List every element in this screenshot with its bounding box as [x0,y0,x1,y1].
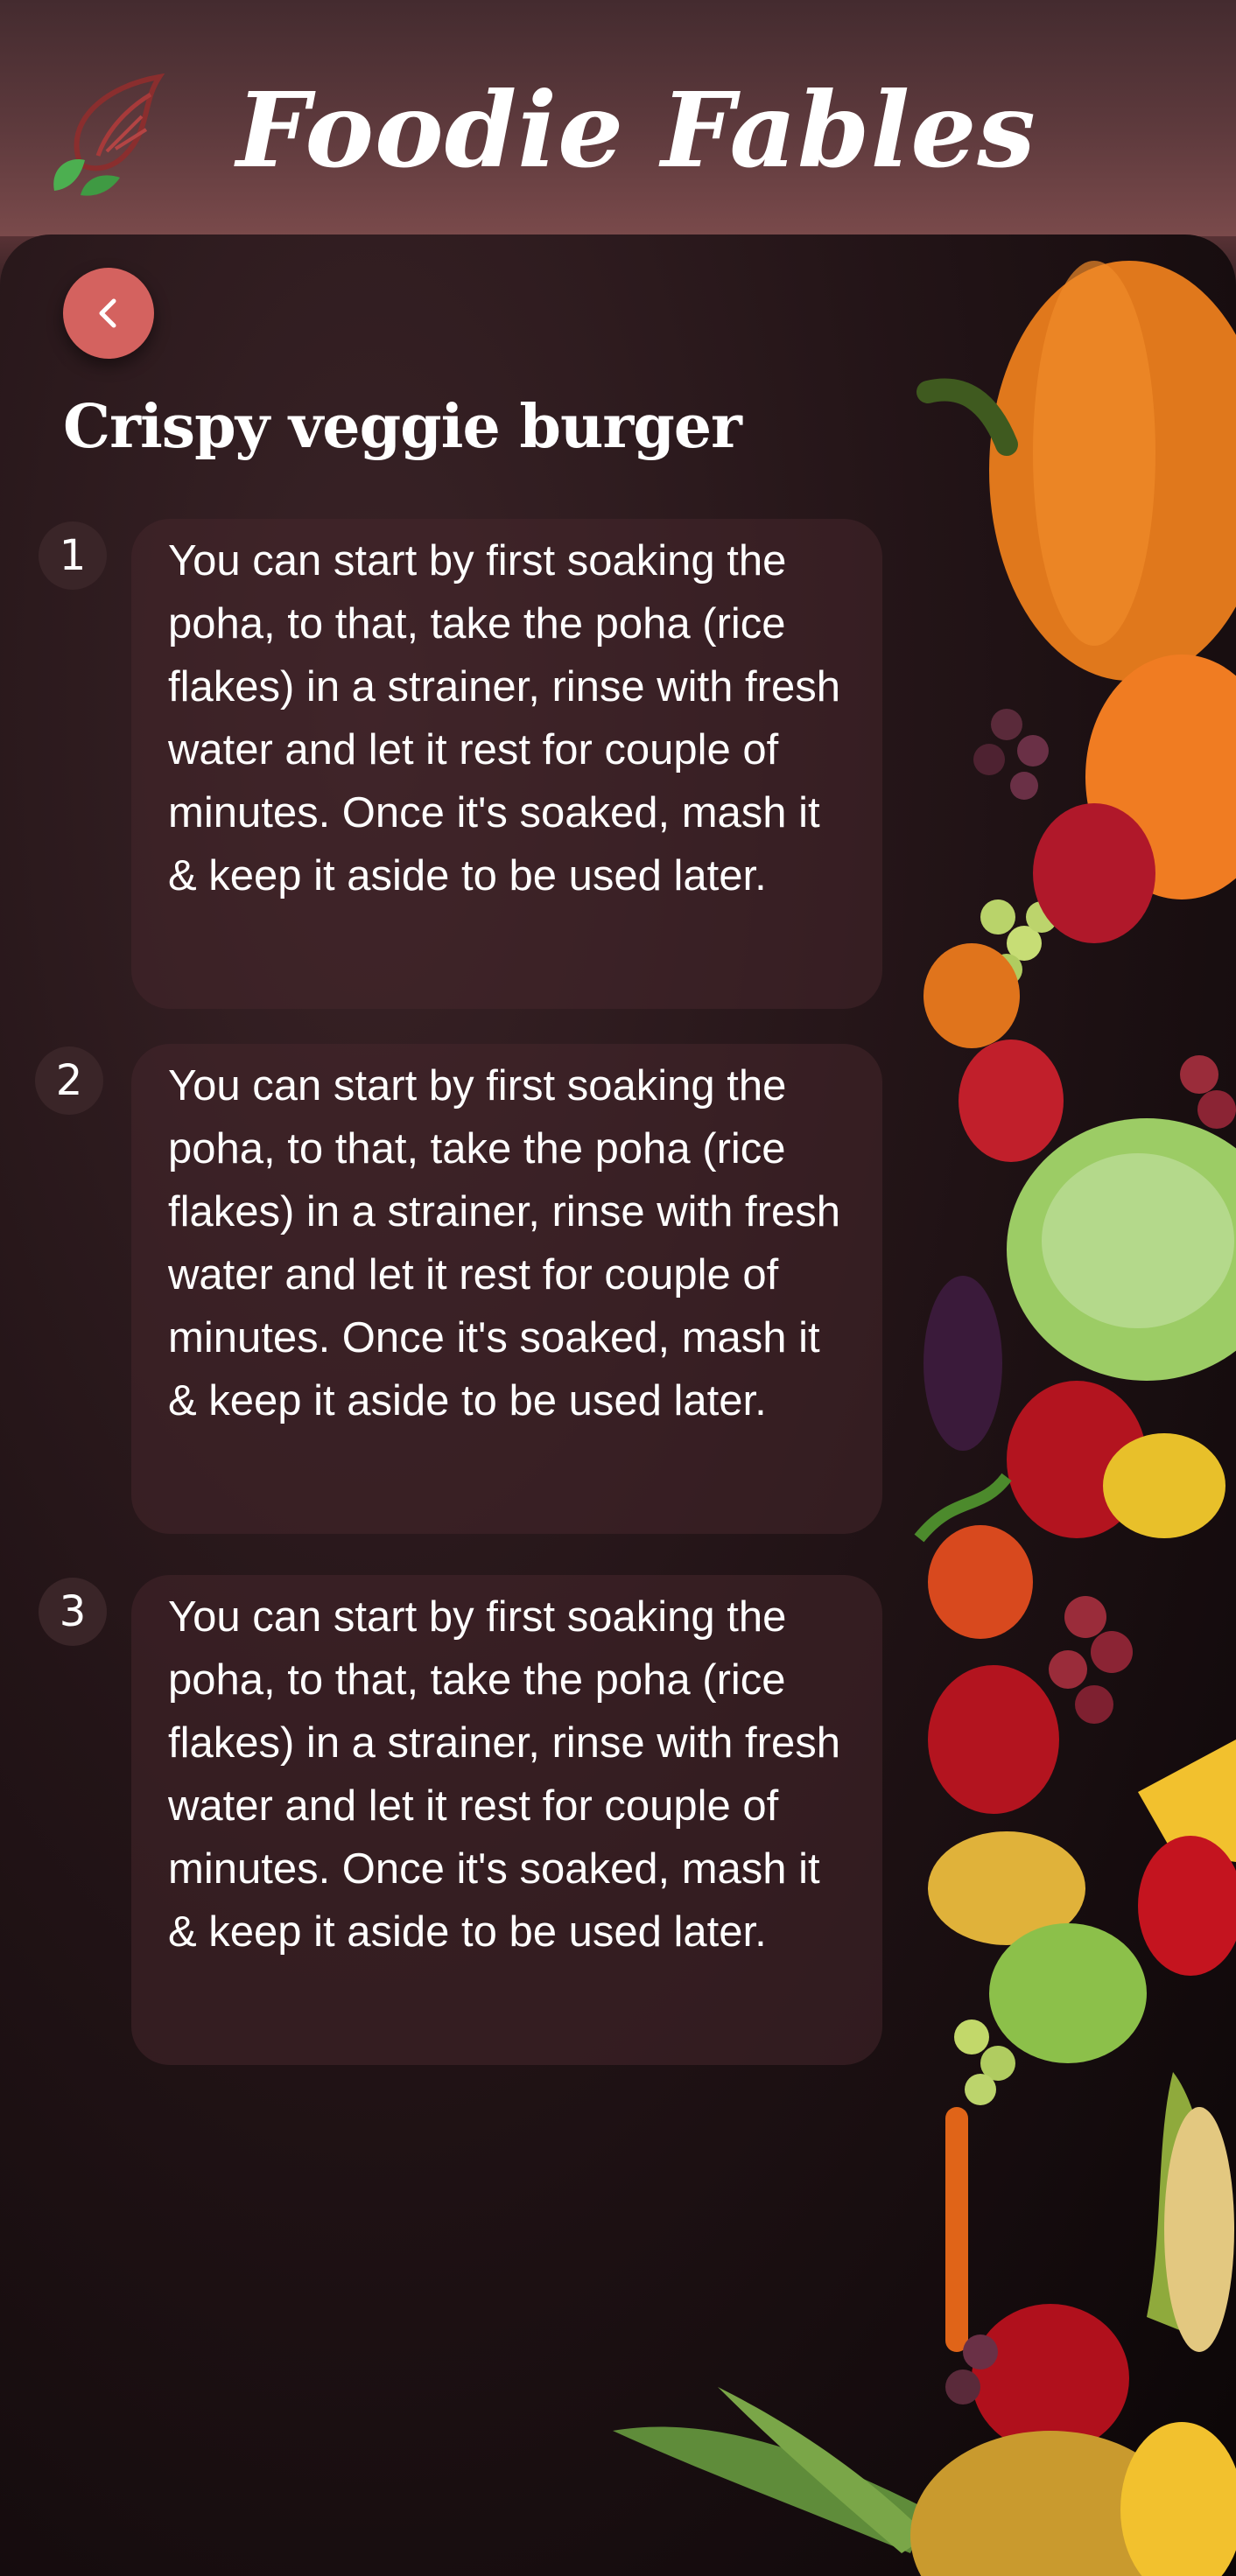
step-text: You can start by first soaking the poha,… [168,1593,840,1956]
step-text: You can start by first soaking the poha,… [168,1062,840,1424]
step-number: 2 [35,1046,103,1115]
chevron-left-icon [99,298,116,328]
step-text: You can start by first soaking the poha,… [168,537,840,900]
back-button[interactable] [63,268,154,359]
step-number: 3 [39,1578,107,1646]
step-card: You can start by first soaking the poha,… [131,519,882,1009]
app-screen: Foodie Fables Crispy veggie burger 1 You… [0,0,1236,2576]
app-header: Foodie Fables [0,0,1236,236]
step-card: You can start by first soaking the poha,… [131,1044,882,1534]
produce-border-image [914,261,1236,2453]
step-card: You can start by first soaking the poha,… [131,1575,882,2065]
chef-leaf-logo-icon [53,73,165,196]
recipe-panel: Crispy veggie burger 1 You can start by … [0,234,1236,2576]
brand-title: Foodie Fables [236,69,1036,191]
pineapple-image [613,2387,1236,2576]
recipe-title: Crispy veggie burger [63,392,742,462]
step-number: 1 [39,522,107,590]
